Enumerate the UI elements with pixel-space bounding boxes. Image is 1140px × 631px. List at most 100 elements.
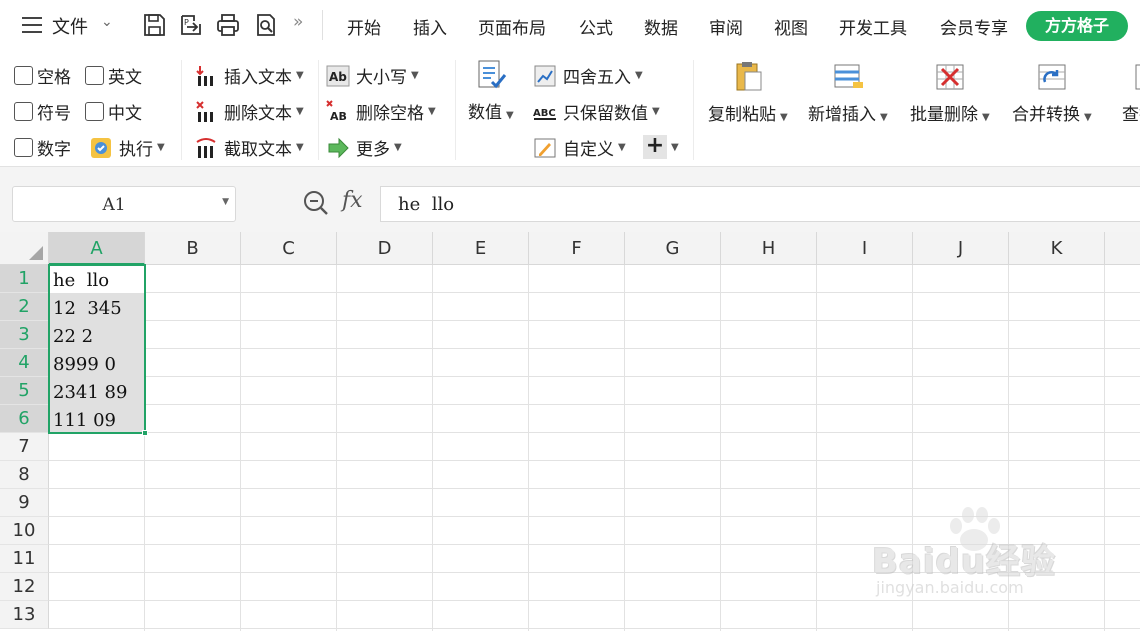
add-insert-label: 新增插入: [808, 105, 876, 125]
dropdown-caret-icon: ▼: [618, 142, 626, 153]
column-header-g[interactable]: G: [625, 232, 721, 265]
ribbon-divider: [181, 60, 182, 160]
checkbox-space[interactable]: 空格: [14, 63, 71, 88]
tab-review[interactable]: 审阅: [709, 14, 743, 39]
column-header-j[interactable]: J: [913, 232, 1009, 265]
name-box[interactable]: A1 ▼: [12, 186, 236, 222]
row-header-6[interactable]: 6: [0, 405, 49, 433]
svg-text:Ab: Ab: [329, 70, 347, 84]
case-label: 大小写: [356, 68, 407, 88]
delete-text-button[interactable]: 删除文本 ▼: [194, 99, 304, 124]
row-header-9[interactable]: 9: [0, 489, 49, 517]
extract-text-label: 截取文本: [224, 140, 292, 160]
column-header-b[interactable]: B: [145, 232, 241, 265]
round-button[interactable]: 四舍五入 ▼: [533, 63, 643, 88]
column-header-c[interactable]: C: [241, 232, 337, 265]
extract-text-button[interactable]: 截取文本 ▼: [194, 135, 304, 160]
row-header-4[interactable]: 4: [0, 349, 49, 377]
dropdown-caret-icon: ▼: [296, 70, 304, 81]
column-header-a[interactable]: A: [49, 232, 145, 265]
hamburger-menu-icon[interactable]: [22, 17, 42, 38]
checkbox-label: 中文: [108, 104, 142, 124]
checkbox-box[interactable]: [14, 102, 33, 121]
checkbox-box[interactable]: [14, 66, 33, 85]
execute-button[interactable]: 执行 ▼: [89, 135, 165, 160]
column-header-i[interactable]: I: [817, 232, 913, 265]
dropdown-caret-icon: ▼: [428, 106, 436, 117]
checkbox-label: 数字: [37, 140, 71, 160]
copy-paste-button[interactable]: 复制粘贴 ▼: [708, 60, 788, 125]
execute-icon: [91, 137, 111, 158]
export-icon[interactable]: P: [178, 12, 204, 38]
add-button[interactable]: + ▼: [643, 135, 679, 159]
checkbox-box[interactable]: [85, 102, 104, 121]
custom-label: 自定义: [563, 140, 614, 160]
print-icon[interactable]: [215, 12, 241, 38]
print-preview-icon[interactable]: [253, 12, 279, 38]
dropdown-caret-icon: ▼: [296, 106, 304, 117]
remove-spaces-button[interactable]: AB 删除空格 ▼: [326, 99, 436, 124]
column-header-f[interactable]: F: [529, 232, 625, 265]
column-header-e[interactable]: E: [433, 232, 529, 265]
row-header-3[interactable]: 3: [0, 321, 49, 349]
zoom-icon[interactable]: [302, 189, 330, 217]
column-header-l[interactable]: [1105, 232, 1140, 265]
checkbox-chinese[interactable]: 中文: [85, 99, 142, 124]
find-label: 查找: [1122, 105, 1140, 125]
more-label: 更多: [356, 140, 390, 160]
more-button[interactable]: 更多 ▼: [326, 135, 402, 160]
checkbox-box[interactable]: [85, 66, 104, 85]
batch-delete-label: 批量删除: [910, 105, 978, 125]
tab-formulas[interactable]: 公式: [579, 14, 613, 39]
baidu-watermark: Baidu经验 jingyan.baidu.com: [872, 506, 1082, 606]
fx-icon[interactable]: fx: [342, 188, 363, 213]
fill-handle[interactable]: [142, 430, 148, 436]
chevron-down-icon[interactable]: ▼: [222, 197, 229, 207]
svg-text:P: P: [184, 18, 189, 27]
tab-fangfang-gezi[interactable]: 方方格子: [1026, 11, 1128, 41]
dropdown-caret-icon: ▼: [880, 112, 888, 123]
insert-text-label: 插入文本: [224, 68, 292, 88]
column-header-k[interactable]: K: [1009, 232, 1105, 265]
find-button[interactable]: 查找: [1112, 60, 1140, 125]
checkbox-symbol[interactable]: 符号: [14, 99, 71, 124]
select-all-corner[interactable]: [0, 232, 49, 265]
tab-data[interactable]: 数据: [644, 14, 678, 39]
tab-insert[interactable]: 插入: [413, 14, 447, 39]
row-header-11[interactable]: 11: [0, 545, 49, 573]
merge-convert-button[interactable]: 合并转换 ▼: [1012, 60, 1092, 125]
insert-text-button[interactable]: 插入文本 ▼: [194, 63, 304, 88]
case-button[interactable]: Ab 大小写 ▼: [326, 63, 419, 88]
row-header-7[interactable]: 7: [0, 433, 49, 461]
row-header-5[interactable]: 5: [0, 377, 49, 405]
add-insert-button[interactable]: 新增插入 ▼: [808, 60, 888, 125]
row-header-1[interactable]: 1: [0, 265, 49, 293]
row-header-8[interactable]: 8: [0, 461, 49, 489]
tab-home[interactable]: 开始: [347, 14, 381, 39]
chevron-down-icon[interactable]: ⌄: [101, 14, 113, 30]
case-icon: Ab: [326, 65, 350, 86]
batch-delete-button[interactable]: 批量删除 ▼: [910, 60, 990, 125]
keep-values-button[interactable]: ABC 只保留数值 ▼: [533, 99, 660, 124]
dropdown-caret-icon: ▼: [296, 142, 304, 153]
row-header-13[interactable]: 13: [0, 601, 49, 629]
row-header-2[interactable]: 2: [0, 293, 49, 321]
more-quick-access-icon[interactable]: »: [293, 12, 303, 32]
column-header-d[interactable]: D: [337, 232, 433, 265]
tab-member[interactable]: 会员专享: [940, 14, 1008, 39]
row-header-10[interactable]: 10: [0, 517, 49, 545]
checkbox-box[interactable]: [14, 138, 33, 157]
row-header-12[interactable]: 12: [0, 573, 49, 601]
formula-input[interactable]: he llo: [380, 186, 1140, 222]
custom-icon: [534, 138, 556, 157]
tab-view[interactable]: 视图: [774, 14, 808, 39]
column-header-h[interactable]: H: [721, 232, 817, 265]
value-button[interactable]: 数值 ▼: [468, 58, 514, 123]
checkbox-english[interactable]: 英文: [85, 63, 142, 88]
save-icon[interactable]: [141, 12, 167, 38]
checkbox-number[interactable]: 数字: [14, 135, 71, 160]
custom-button[interactable]: 自定义 ▼: [533, 135, 626, 160]
tab-developer[interactable]: 开发工具: [839, 14, 907, 39]
tab-page-layout[interactable]: 页面布局: [478, 14, 546, 39]
file-menu[interactable]: 文件: [52, 13, 88, 39]
